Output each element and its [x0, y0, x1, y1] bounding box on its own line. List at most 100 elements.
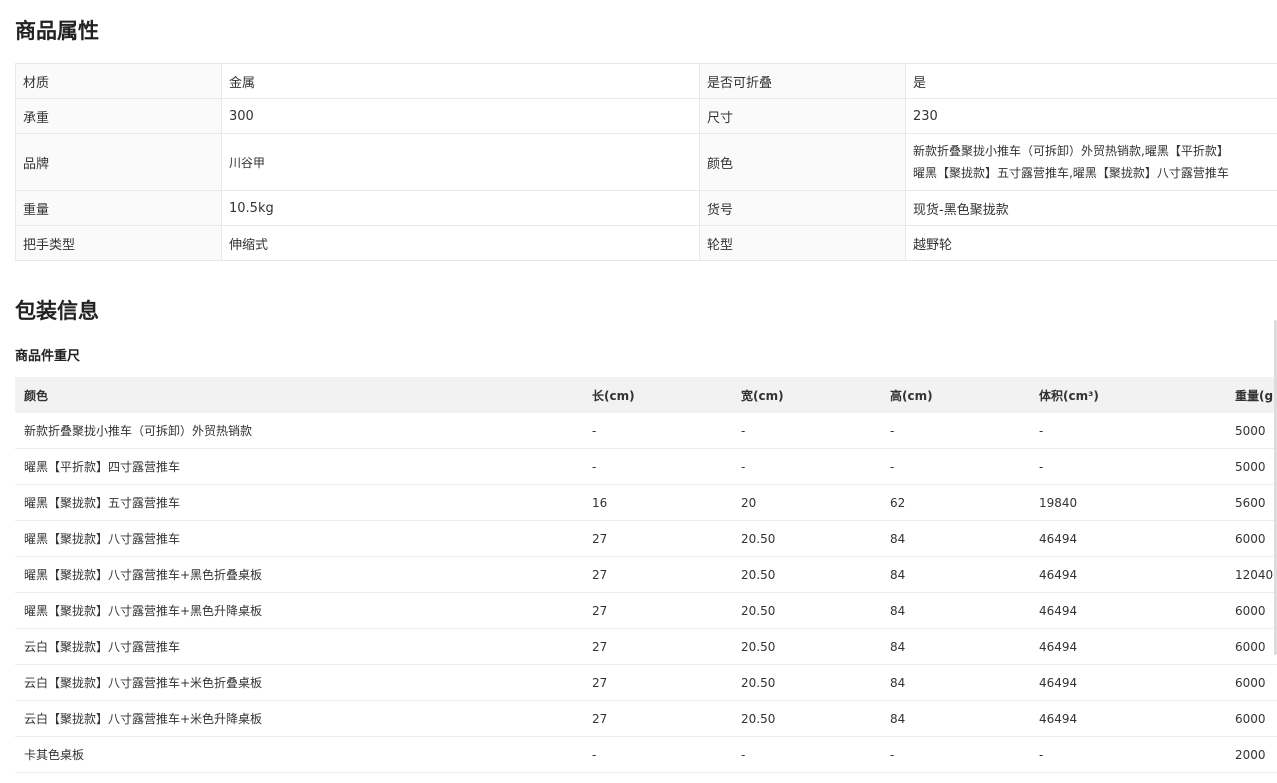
cell-width: 20.50	[732, 700, 881, 737]
attr-value-brand: 川谷甲	[221, 133, 700, 191]
attr-value-load: 300	[221, 98, 700, 134]
attr-value-wheel: 越野轮	[905, 225, 1277, 261]
packaging-table-body: 新款折叠聚拢小推车（可拆卸）外贸热销款 - - - -5000 曜黑【平折款】四寸露营推车…	[15, 413, 1277, 773]
cell-weight: 6000	[1226, 520, 1277, 557]
cell-weight: 6000	[1226, 700, 1277, 737]
cell-height: -	[881, 736, 1030, 773]
table-row: 曜黑【聚拢款】八寸露营推车+黑色升降桌板 27 20.50 84 46494 6000	[15, 592, 1277, 629]
cell-color: 云白【聚拢款】八寸露营推车+米色折叠桌板	[15, 664, 583, 701]
attr-key-item-no: 货号	[699, 190, 906, 226]
cell-height: 62	[881, 484, 1030, 521]
cell-height: 84	[881, 520, 1030, 557]
cell-height: 84	[881, 556, 1030, 593]
attr-key-material: 材质	[15, 63, 222, 99]
cell-weight: 2000	[1226, 736, 1277, 773]
attr-value-size: 230	[905, 98, 1277, 134]
attr-key-foldable: 是否可折叠	[699, 63, 906, 99]
header-weight: 重量(g)	[1226, 377, 1277, 413]
cell-color: 曜黑【平折款】四寸露营推车	[15, 448, 583, 485]
attr-value-material: 金属	[221, 63, 700, 99]
cell-height: -	[881, 413, 1030, 449]
header-height: 高(cm)	[881, 377, 1030, 413]
attr-key-load: 承重	[15, 98, 222, 134]
cell-volume: 19840	[1030, 484, 1226, 521]
table-row: 新款折叠聚拢小推车（可拆卸）外贸热销款 - - - -5000	[15, 413, 1277, 449]
packaging-title: 包装信息	[15, 299, 99, 323]
cell-color: 新款折叠聚拢小推车（可拆卸）外贸热销款	[15, 413, 583, 449]
cell-length: 27	[583, 700, 732, 737]
attributes-title: 商品属性	[15, 19, 99, 43]
cell-weight: 5000	[1226, 448, 1277, 485]
attribute-row: 承重 300 尺寸 230	[15, 98, 1277, 134]
cell-volume: 46494	[1030, 628, 1226, 665]
cell-color: 曜黑【聚拢款】八寸露营推车+黑色折叠桌板	[15, 556, 583, 593]
cell-width: -	[732, 448, 881, 485]
header-color: 颜色	[15, 377, 583, 413]
header-length: 长(cm)	[583, 377, 732, 413]
cell-height: 84	[881, 592, 1030, 629]
cell-volume: 46494	[1030, 592, 1226, 629]
attr-key-size: 尺寸	[699, 98, 906, 134]
table-row: 曜黑【平折款】四寸露营推车 - - - -5000	[15, 448, 1277, 485]
attr-value-color-line: 新款折叠聚拢小推车（可拆卸）外贸热销款,曜黑【平折款】	[913, 144, 1229, 158]
cell-width: 20.50	[732, 664, 881, 701]
cell-volume: -	[1030, 736, 1226, 773]
attribute-row: 品牌 川谷甲 颜色 新款折叠聚拢小推车（可拆卸）外贸热销款,曜黑【平折款】 曜黑…	[15, 133, 1277, 191]
cell-height: 84	[881, 628, 1030, 665]
cell-weight: 6000	[1226, 628, 1277, 665]
attributes-table: 材质 金属 是否可折叠 是 承重 300 尺寸 230 品牌 川谷甲 颜色 新款…	[15, 63, 1277, 261]
attr-key-color: 颜色	[699, 133, 906, 191]
attr-key-handle: 把手类型	[15, 225, 222, 261]
attr-key-weight: 重量	[15, 190, 222, 226]
cell-width: 20.50	[732, 520, 881, 557]
cell-height: 84	[881, 664, 1030, 701]
attr-key-brand: 品牌	[15, 133, 222, 191]
cell-width: 20	[732, 484, 881, 521]
packaging-table: 颜色 长(cm) 宽(cm) 高(cm) 体积(cm³) 重量(g) 新款折叠聚…	[15, 377, 1277, 773]
cell-color: 云白【聚拢款】八寸露营推车	[15, 628, 583, 665]
cell-weight: 6000	[1226, 664, 1277, 701]
cell-width: 20.50	[732, 592, 881, 629]
cell-length: 27	[583, 556, 732, 593]
cell-length: 27	[583, 592, 732, 629]
cell-volume: 46494	[1030, 520, 1226, 557]
packaging-header-row: 颜色 长(cm) 宽(cm) 高(cm) 体积(cm³) 重量(g)	[15, 377, 1277, 413]
cell-color: 曜黑【聚拢款】五寸露营推车	[15, 484, 583, 521]
attribute-row: 重量 10.5kg 货号 现货-黑色聚拢款	[15, 190, 1277, 226]
attribute-row: 材质 金属 是否可折叠 是	[15, 63, 1277, 99]
cell-color: 曜黑【聚拢款】八寸露营推车	[15, 520, 583, 557]
packaging-subtitle: 商品件重尺	[15, 349, 81, 364]
cell-volume: -	[1030, 448, 1226, 485]
cell-width: -	[732, 736, 881, 773]
cell-width: 20.50	[732, 556, 881, 593]
cell-height: 84	[881, 700, 1030, 737]
attr-value-weight: 10.5kg	[221, 190, 700, 226]
cell-volume: 46494	[1030, 556, 1226, 593]
cell-weight: 5600	[1226, 484, 1277, 521]
cell-length: -	[583, 736, 732, 773]
cell-volume: 46494	[1030, 664, 1226, 701]
cell-weight: 6000	[1226, 592, 1277, 629]
attr-value-color: 新款折叠聚拢小推车（可拆卸）外贸热销款,曜黑【平折款】 曜黑【聚拢款】五寸露营推…	[905, 133, 1277, 191]
table-row: 曜黑【聚拢款】八寸露营推车+黑色折叠桌板 27 20.50 84 46494 12040	[15, 556, 1277, 593]
cell-width: -	[732, 413, 881, 449]
header-width: 宽(cm)	[732, 377, 881, 413]
cell-color: 云白【聚拢款】八寸露营推车+米色升降桌板	[15, 700, 583, 737]
attr-value-foldable: 是	[905, 63, 1277, 99]
table-row: 云白【聚拢款】八寸露营推车+米色折叠桌板 27 20.50 84 46494 6000	[15, 664, 1277, 701]
cell-length: 27	[583, 664, 732, 701]
cell-weight: 5000	[1226, 413, 1277, 449]
cell-color: 曜黑【聚拢款】八寸露营推车+黑色升降桌板	[15, 592, 583, 629]
cell-volume: -	[1030, 413, 1226, 449]
cell-weight: 12040	[1226, 556, 1277, 593]
cell-volume: 46494	[1030, 700, 1226, 737]
attribute-row: 把手类型 伸缩式 轮型 越野轮	[15, 225, 1277, 261]
attr-value-handle: 伸缩式	[221, 225, 700, 261]
table-row: 卡其色桌板 - - - -2000	[15, 736, 1277, 773]
table-row: 云白【聚拢款】八寸露营推车+米色升降桌板 27 20.50 84 46494 6000	[15, 700, 1277, 737]
cell-length: 27	[583, 520, 732, 557]
attr-value-color-line: 曜黑【聚拢款】五寸露营推车,曜黑【聚拢款】八寸露营推车	[913, 166, 1229, 180]
cell-length: 27	[583, 628, 732, 665]
cell-length: -	[583, 413, 732, 449]
attr-key-wheel: 轮型	[699, 225, 906, 261]
